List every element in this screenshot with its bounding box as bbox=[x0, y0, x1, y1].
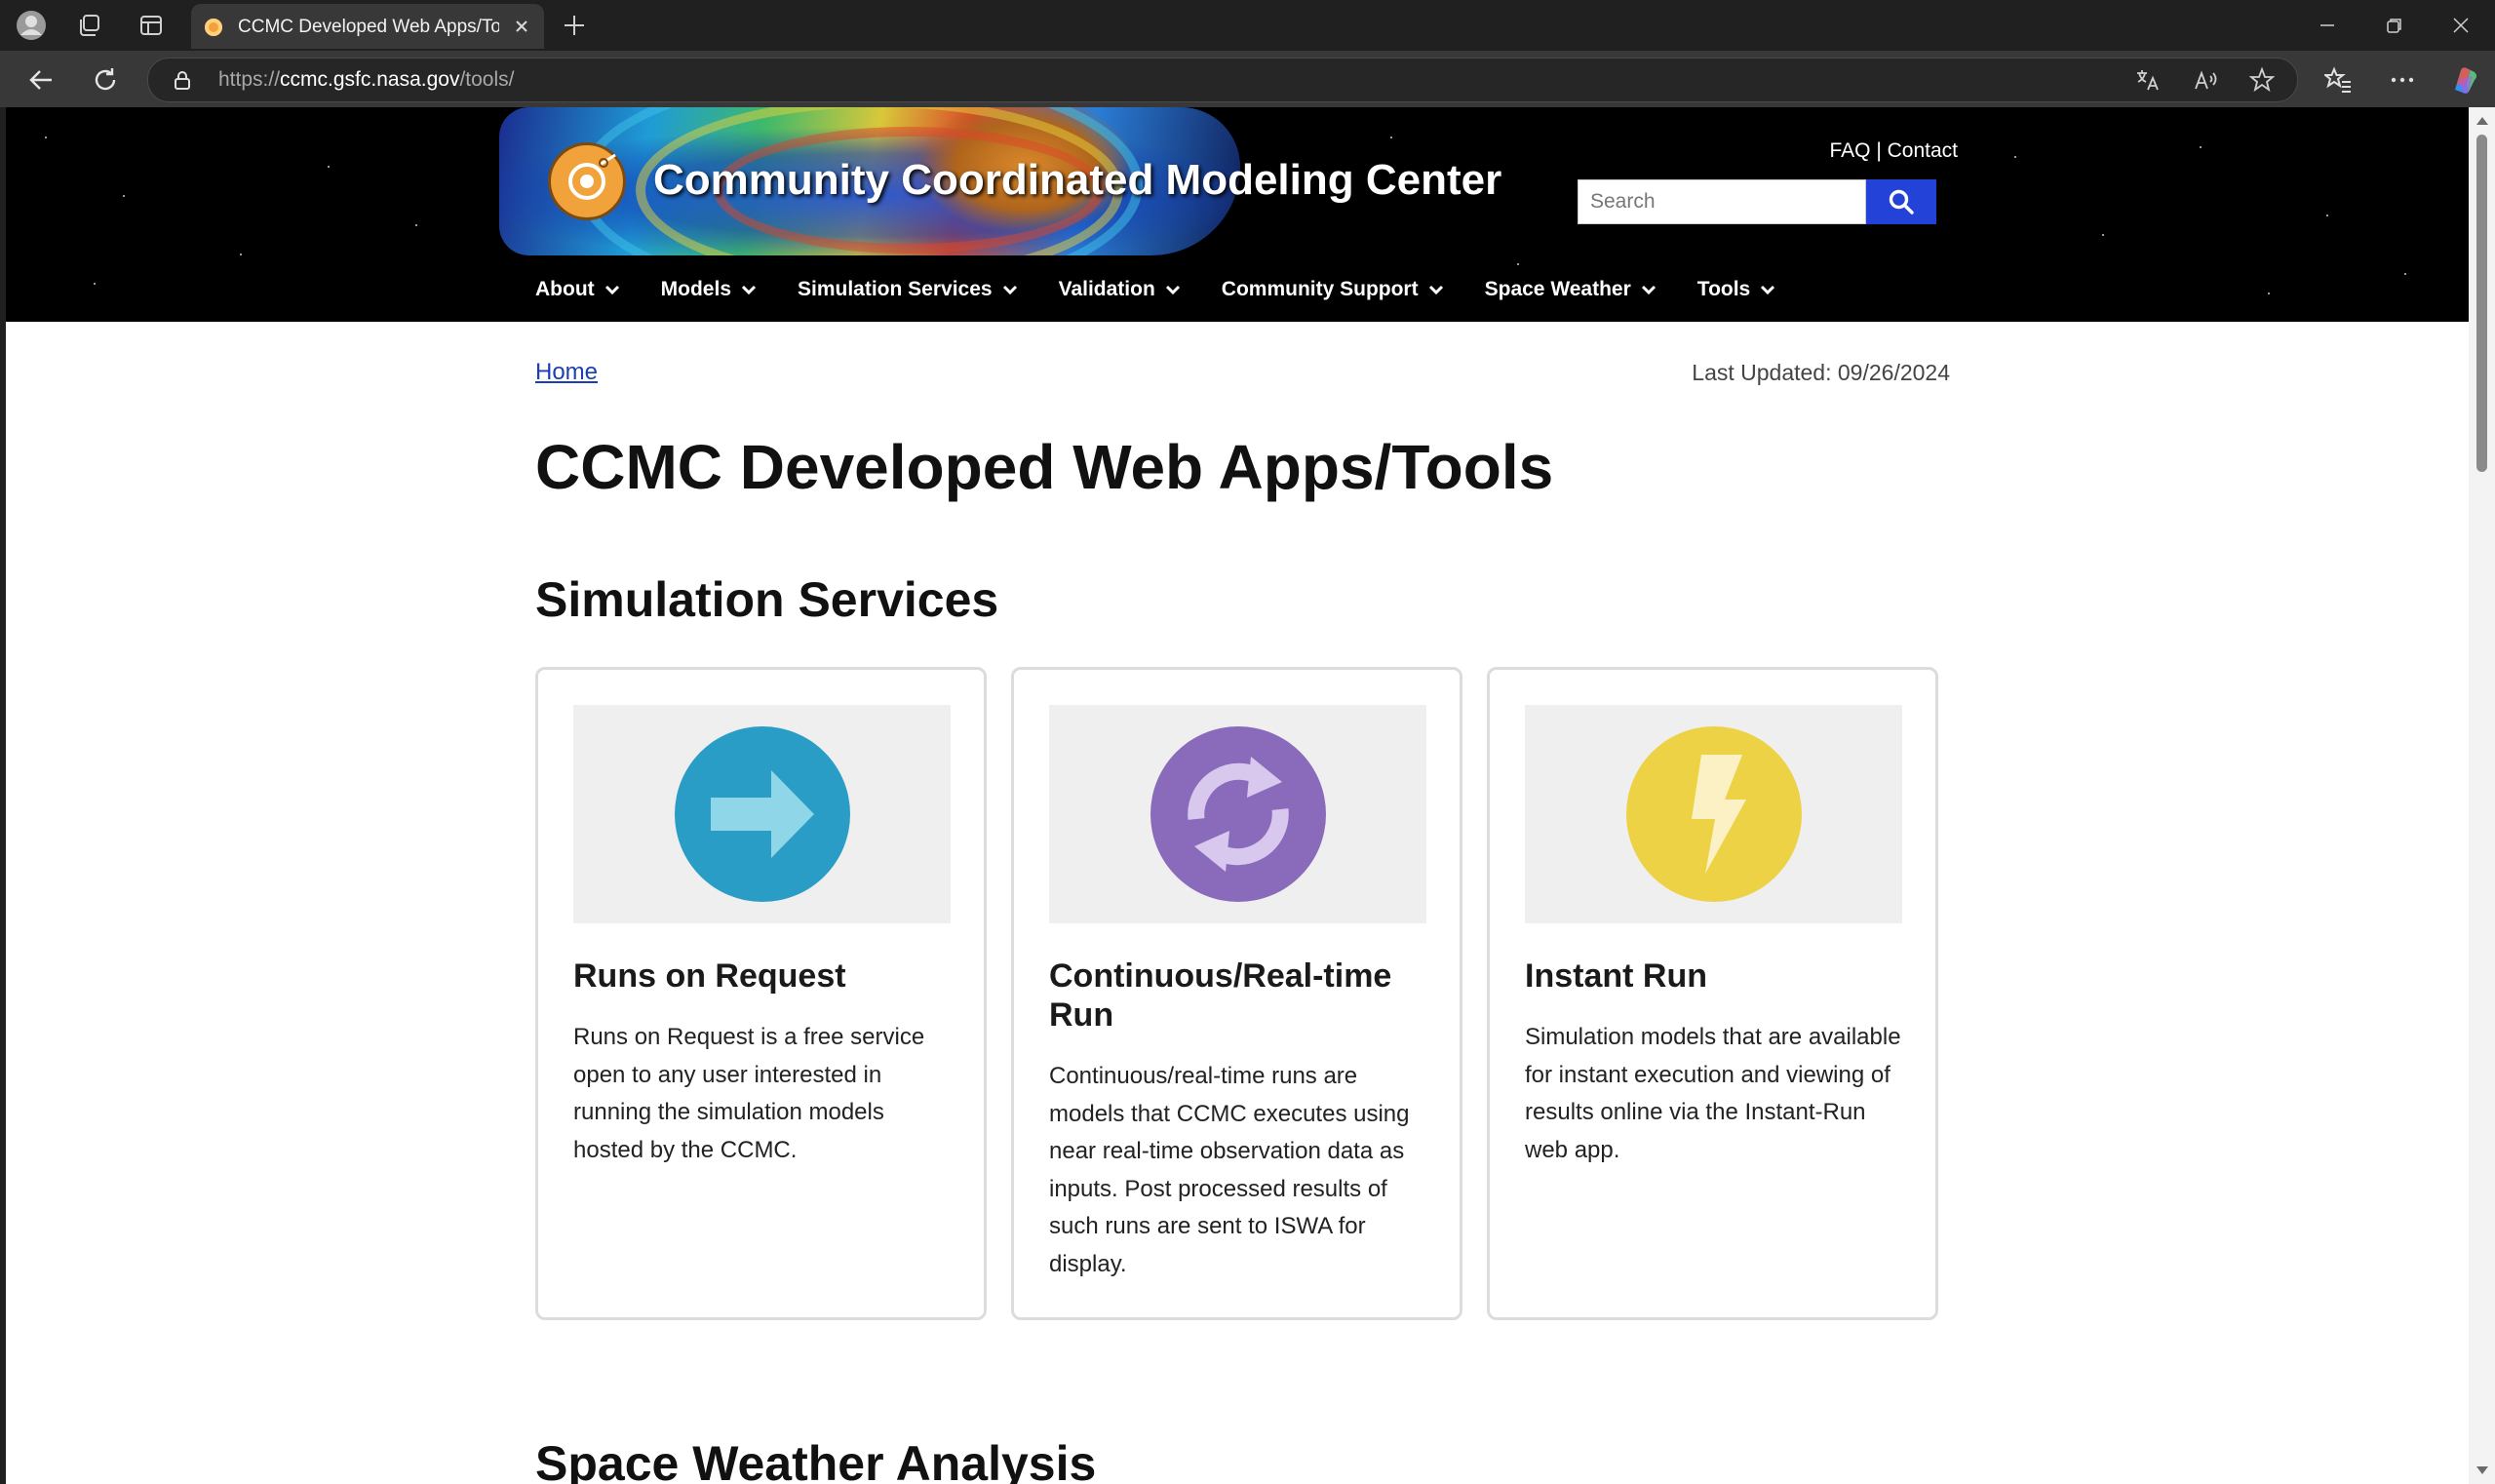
scroll-up-icon[interactable] bbox=[2475, 115, 2489, 127]
nav-label: Tools bbox=[1696, 278, 1751, 300]
search-button[interactable] bbox=[1866, 179, 1936, 224]
browser-toolbar: https://ccmc.gsfc.nasa.gov/tools/ bbox=[0, 51, 2495, 107]
nav-label: Validation bbox=[1058, 278, 1155, 300]
chevron-down-icon bbox=[1760, 284, 1775, 295]
vertical-tabs-icon[interactable] bbox=[136, 10, 167, 41]
card-image[interactable] bbox=[1049, 705, 1426, 923]
close-window-icon[interactable] bbox=[2439, 8, 2482, 43]
nav-space-weather[interactable]: Space Weather bbox=[1485, 273, 1657, 306]
main-navigation: About Models Simulation Services Validat… bbox=[535, 273, 1816, 306]
scroll-down-icon[interactable] bbox=[2475, 1464, 2489, 1476]
card-description: Simulation models that are available for… bbox=[1525, 1024, 1901, 1163]
read-aloud-icon[interactable] bbox=[2191, 65, 2220, 95]
more-options-icon[interactable] bbox=[2385, 62, 2420, 98]
faq-link[interactable]: FAQ bbox=[1829, 139, 1870, 162]
restore-icon[interactable] bbox=[2373, 8, 2416, 43]
nav-label: About bbox=[535, 278, 595, 300]
card-title[interactable]: Continuous/Real-time Run bbox=[1049, 957, 1429, 1035]
nav-label: Space Weather bbox=[1484, 278, 1631, 300]
address-bar[interactable]: https://ccmc.gsfc.nasa.gov/tools/ bbox=[147, 58, 2298, 102]
chevron-down-icon bbox=[1428, 284, 1444, 295]
copilot-icon[interactable] bbox=[2447, 62, 2482, 98]
chevron-down-icon bbox=[604, 284, 620, 295]
url-text[interactable]: https://ccmc.gsfc.nasa.gov/tools/ bbox=[218, 68, 514, 92]
card-runs-on-request[interactable]: Runs on Request Runs on Request is a fre… bbox=[535, 667, 987, 1320]
nav-models[interactable]: Models bbox=[661, 273, 757, 306]
card-continuous-real-time-run[interactable]: Continuous/Real-time Run Continuous/real… bbox=[1011, 667, 1462, 1320]
profile-avatar-icon[interactable] bbox=[16, 10, 47, 41]
minimize-icon[interactable] bbox=[2306, 8, 2349, 43]
page-title: CCMC Developed Web Apps/Tools bbox=[535, 432, 1554, 502]
section-title-space-weather-analysis: Space Weather Analysis bbox=[535, 1436, 1097, 1484]
card-title[interactable]: Instant Run bbox=[1525, 957, 1905, 996]
favorite-star-icon[interactable] bbox=[2247, 65, 2277, 95]
search-icon bbox=[1888, 188, 1915, 215]
nav-validation[interactable]: Validation bbox=[1059, 273, 1181, 306]
nav-community-support[interactable]: Community Support bbox=[1222, 273, 1444, 306]
url-prefix: https:// bbox=[218, 68, 281, 91]
breadcrumb-home-link[interactable]: Home bbox=[535, 359, 598, 386]
active-tab[interactable]: CCMC Developed Web Apps/Tools bbox=[191, 4, 544, 49]
card-description: Continuous/real-time runs are models tha… bbox=[1049, 1063, 1410, 1277]
workspaces-icon[interactable] bbox=[74, 10, 105, 41]
scroll-thumb[interactable] bbox=[2476, 135, 2487, 472]
chevron-down-icon bbox=[1002, 284, 1018, 295]
nav-label: Simulation Services bbox=[798, 278, 993, 300]
browser-titlebar: CCMC Developed Web Apps/Tools bbox=[0, 0, 2495, 51]
nav-label: Models bbox=[660, 278, 731, 300]
card-description: Runs on Request is a free service open t… bbox=[573, 1024, 925, 1163]
card-instant-run[interactable]: Instant Run Simulation models that are a… bbox=[1487, 667, 1938, 1320]
contact-link[interactable]: Contact bbox=[1888, 139, 1958, 162]
site-title[interactable]: Community Coordinated Modeling Center bbox=[653, 156, 1501, 205]
card-title[interactable]: Runs on Request bbox=[573, 957, 954, 996]
ccmc-logo-icon[interactable] bbox=[548, 142, 626, 220]
url-host: ccmc.gsfc.nasa.gov bbox=[280, 68, 460, 91]
lock-icon[interactable] bbox=[172, 69, 193, 91]
nav-simulation-services[interactable]: Simulation Services bbox=[798, 273, 1018, 306]
nav-tools[interactable]: Tools bbox=[1697, 273, 1775, 306]
refresh-page-icon[interactable] bbox=[88, 62, 123, 98]
lightning-icon bbox=[1625, 725, 1803, 903]
section-title-simulation-services: Simulation Services bbox=[535, 572, 999, 627]
chevron-down-icon bbox=[741, 284, 757, 295]
nav-label: Community Support bbox=[1221, 278, 1419, 300]
page-viewport: Community Coordinated Modeling Center FA… bbox=[6, 107, 2469, 1484]
arrow-right-icon bbox=[674, 725, 851, 903]
page-scrollbar[interactable] bbox=[2469, 107, 2495, 1484]
nav-about[interactable]: About bbox=[535, 273, 620, 306]
refresh-icon bbox=[1150, 725, 1327, 903]
new-tab-icon[interactable] bbox=[559, 10, 590, 41]
favorites-list-icon[interactable] bbox=[2320, 62, 2356, 98]
ccmc-favicon-icon bbox=[205, 19, 222, 36]
url-path: /tools/ bbox=[459, 68, 515, 91]
last-updated: Last Updated: 09/26/2024 bbox=[1692, 360, 1950, 385]
tab-title: CCMC Developed Web Apps/Tools bbox=[238, 17, 499, 37]
translate-icon[interactable] bbox=[2132, 65, 2162, 95]
chevron-down-icon bbox=[1165, 284, 1181, 295]
back-icon[interactable] bbox=[23, 62, 58, 98]
site-header: Community Coordinated Modeling Center FA… bbox=[6, 107, 2469, 322]
utility-separator: | bbox=[1876, 139, 1882, 162]
utility-links: FAQ | Contact bbox=[1829, 139, 1958, 163]
card-image[interactable] bbox=[1525, 705, 1902, 923]
search-input[interactable] bbox=[1578, 179, 1866, 224]
chevron-down-icon bbox=[1641, 284, 1657, 295]
close-tab-icon[interactable] bbox=[509, 14, 534, 39]
card-image[interactable] bbox=[573, 705, 951, 923]
